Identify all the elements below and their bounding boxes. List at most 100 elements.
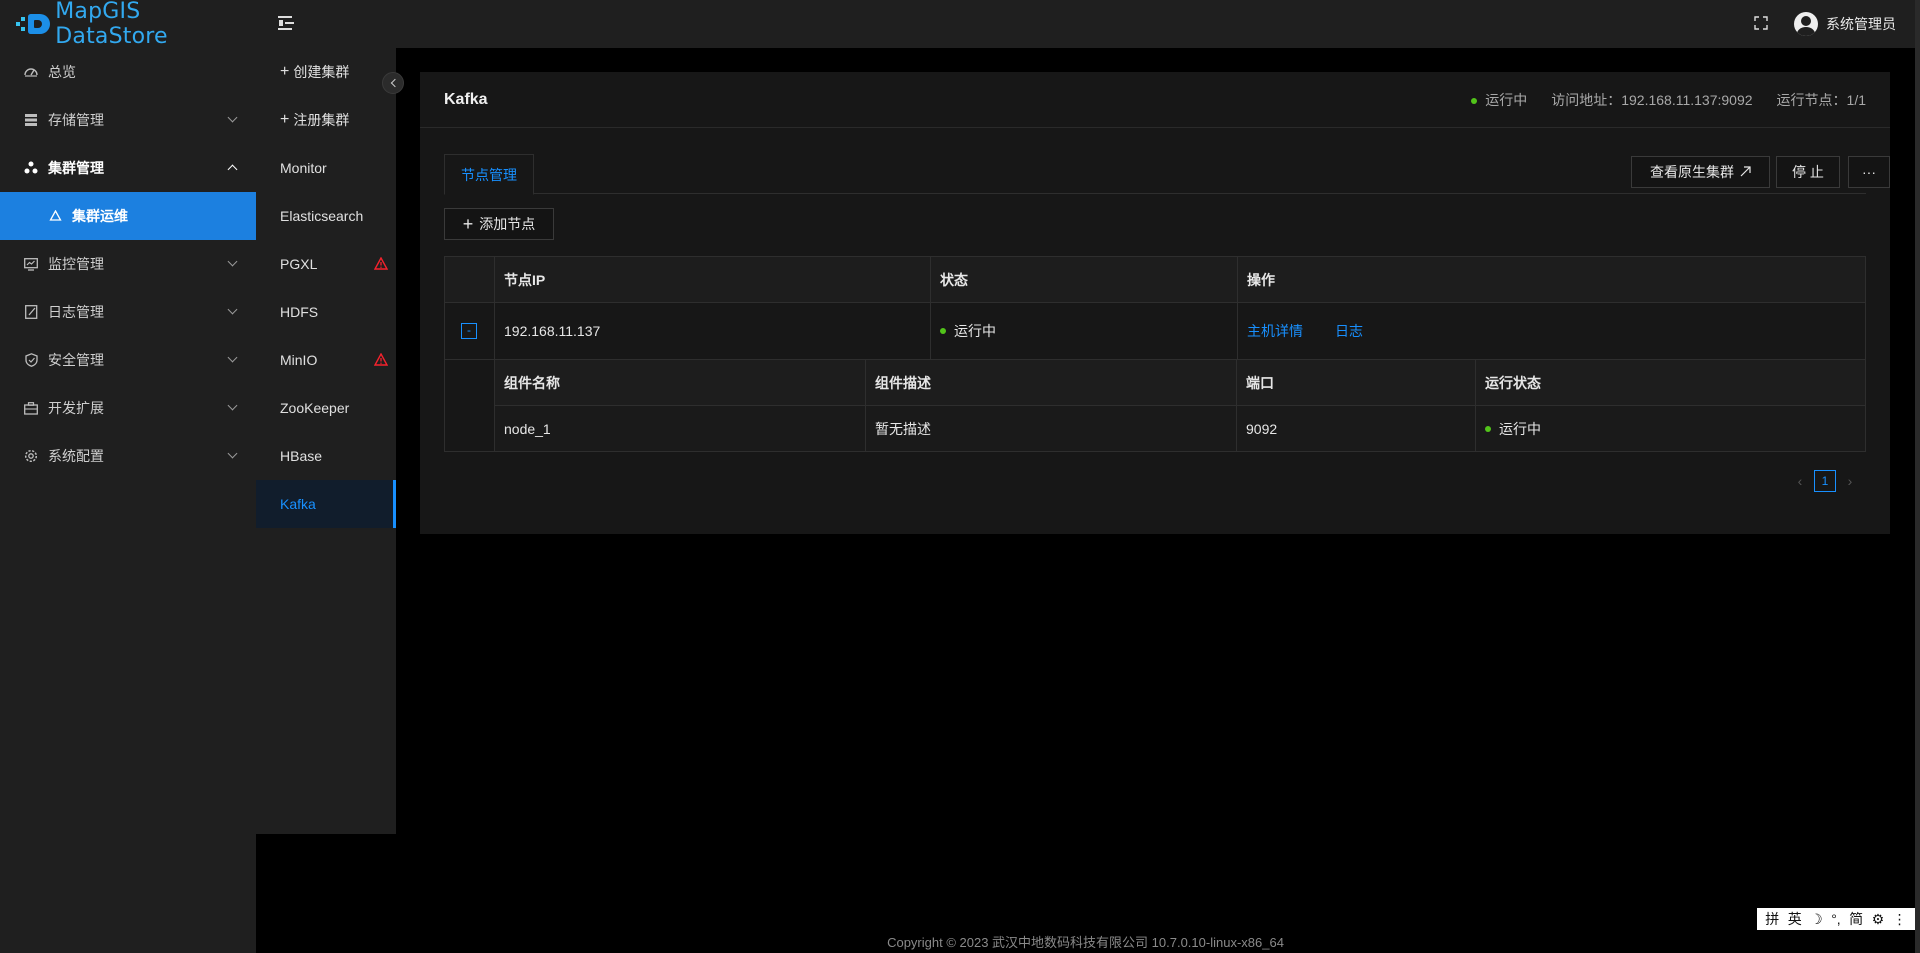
ime-toolbar[interactable]: 拼 英 ☽ °, 简 ⚙ ⋮: [1757, 908, 1915, 930]
more-button[interactable]: ···: [1848, 156, 1890, 188]
logo[interactable]: MapGIS DataStore: [0, 0, 256, 49]
top-bar: 系统管理员: [256, 0, 1920, 48]
cluster-item-zookeeper[interactable]: ZooKeeper: [256, 384, 396, 432]
cluster-item-pgxl[interactable]: PGXL: [256, 240, 396, 288]
cluster-item-kafka[interactable]: Kafka: [256, 480, 396, 528]
column-header: 状态: [931, 257, 1238, 302]
tab-node-management[interactable]: 节点管理: [444, 154, 534, 195]
monitor-icon: [24, 257, 38, 271]
cluster-detail-card: Kafka 运行中 访问地址：192.168.11.137:9092 运行节点：…: [420, 72, 1890, 534]
gear-icon: [24, 449, 38, 463]
recycle-icon: [48, 209, 62, 223]
view-native-cluster-button[interactable]: 查看原生集群: [1631, 156, 1770, 188]
ime-more-icon[interactable]: ⋮: [1893, 911, 1907, 928]
copyright: Copyright © 2023 武汉中地数码科技有限公司 10.7.0.10-…: [887, 935, 1284, 950]
log-icon: [24, 305, 38, 319]
page-scrollbar[interactable]: [1915, 0, 1920, 953]
ime-english[interactable]: 英: [1788, 909, 1802, 929]
cluster-meta: 运行中 访问地址：192.168.11.137:9092 运行节点：1/1: [1471, 90, 1866, 110]
cluster-item-label: HBase: [280, 448, 323, 464]
ime-gear-icon[interactable]: ⚙: [1872, 911, 1885, 928]
sidebar-item-label: 日志管理: [48, 304, 104, 320]
cluster-item-label: PGXL: [280, 256, 318, 272]
external-link-icon: [1740, 165, 1751, 180]
host-detail-link[interactable]: 主机详情: [1247, 321, 1303, 341]
chevron-left-icon: [390, 78, 399, 88]
sidebar-item-log[interactable]: 日志管理: [0, 288, 256, 336]
app-root: MapGIS DataStore 总览 存储管理 集群管理 集群运维 监控管理 …: [0, 0, 1920, 953]
sidebar-item-dev[interactable]: 开发扩展: [0, 384, 256, 432]
page-number-button[interactable]: 1: [1814, 470, 1836, 492]
component-status-text: 运行中: [1499, 420, 1541, 437]
sidebar-item-overview[interactable]: 总览: [0, 48, 256, 96]
add-node-button[interactable]: + 添加节点: [444, 208, 554, 240]
running-nodes: 运行节点：1/1: [1777, 90, 1866, 110]
cluster-item-minio[interactable]: MinIO: [256, 336, 396, 384]
ime-simplified[interactable]: 简: [1849, 909, 1863, 929]
collapse-panel-button[interactable]: [382, 72, 404, 94]
component-port-cell: 9092: [1237, 406, 1476, 451]
fullscreen-icon[interactable]: [1754, 16, 1768, 30]
cluster-item-hbase[interactable]: HBase: [256, 432, 396, 480]
nodes-label: 运行节点：: [1776, 91, 1847, 108]
node-status-text: 运行中: [954, 323, 996, 339]
cluster-item-monitor[interactable]: Monitor: [256, 144, 396, 192]
user-menu[interactable]: 系统管理员: [1794, 12, 1896, 36]
table-row: node_1 暂无描述 9092 运行中: [495, 406, 1865, 451]
view-native-label: 查看原生集群: [1650, 164, 1734, 180]
sidebar-item-storage[interactable]: 存储管理: [0, 96, 256, 144]
sidebar-item-label: 系统配置: [48, 448, 104, 464]
create-cluster-button[interactable]: + 创建集群: [256, 48, 396, 96]
cluster-item-label: ZooKeeper: [280, 400, 350, 416]
toolbox-icon: [24, 401, 38, 415]
plus-icon: +: [280, 63, 290, 80]
table-row: - 192.168.11.137 运行中 主机详情 日志: [445, 303, 1865, 360]
sidebar-item-settings[interactable]: 系统配置: [0, 432, 256, 480]
cluster-item-elasticsearch[interactable]: Elasticsearch: [256, 192, 396, 240]
warning-icon: [374, 257, 388, 270]
sidebar-item-label: 存储管理: [48, 112, 104, 128]
plus-icon: +: [280, 111, 290, 128]
sidebar-item-label: 集群管理: [48, 160, 104, 176]
collapse-row-icon[interactable]: -: [461, 323, 477, 339]
column-header: 运行状态: [1485, 374, 1541, 391]
username: 系统管理员: [1826, 16, 1896, 32]
sidebar-item-label: 监控管理: [48, 256, 104, 272]
status-badge: 运行中: [1471, 90, 1527, 110]
storage-icon: [24, 113, 38, 127]
logo-text: MapGIS DataStore: [55, 0, 168, 49]
sidebar-item-monitor[interactable]: 监控管理: [0, 240, 256, 288]
node-table: 节点IP 状态 操作 - 192.168.11.137 运行中 主机详情 日志: [444, 256, 1866, 452]
menu-fold-icon[interactable]: [278, 14, 298, 32]
column-header: 端口: [1237, 360, 1476, 405]
register-cluster-button[interactable]: + 注册集群: [256, 96, 396, 144]
log-link[interactable]: 日志: [1335, 321, 1363, 341]
ime-pinyin[interactable]: 拼: [1765, 909, 1779, 929]
column-header: 节点IP: [495, 257, 931, 302]
stop-button[interactable]: 停 止: [1776, 156, 1840, 188]
next-page-button[interactable]: ›: [1842, 470, 1858, 492]
ime-punct[interactable]: °,: [1831, 911, 1841, 927]
sidebar-item-cluster[interactable]: 集群管理: [0, 144, 256, 192]
chevron-down-icon: [227, 112, 238, 123]
prev-page-button[interactable]: ‹: [1792, 470, 1808, 492]
chevron-up-icon: [227, 164, 238, 175]
expanded-row-gap: [445, 360, 495, 451]
status-dot-icon: [940, 328, 946, 334]
status-dot-icon: [1485, 425, 1491, 432]
sidebar-item-cluster-ops[interactable]: 集群运维: [0, 192, 256, 240]
component-header-row: 组件名称 组件描述 端口 运行状态: [495, 360, 1865, 406]
column-header: 组件名称: [495, 360, 866, 405]
sidebar: MapGIS DataStore 总览 存储管理 集群管理 集群运维 监控管理 …: [0, 0, 256, 953]
cluster-item-hdfs[interactable]: HDFS: [256, 288, 396, 336]
expand-column-header: [445, 257, 495, 302]
logo-icon: [14, 13, 51, 35]
sidebar-item-security[interactable]: 安全管理: [0, 336, 256, 384]
ime-moon-icon[interactable]: ☽: [1810, 911, 1823, 928]
status-text: 运行中: [1485, 91, 1528, 108]
node-status-cell: 运行中: [931, 303, 1238, 359]
status-dot-icon: [1471, 97, 1478, 104]
cluster-icon: [24, 161, 38, 175]
node-ip-cell: 192.168.11.137: [495, 303, 931, 359]
card-header: Kafka 运行中 访问地址：192.168.11.137:9092 运行节点：…: [420, 72, 1890, 128]
